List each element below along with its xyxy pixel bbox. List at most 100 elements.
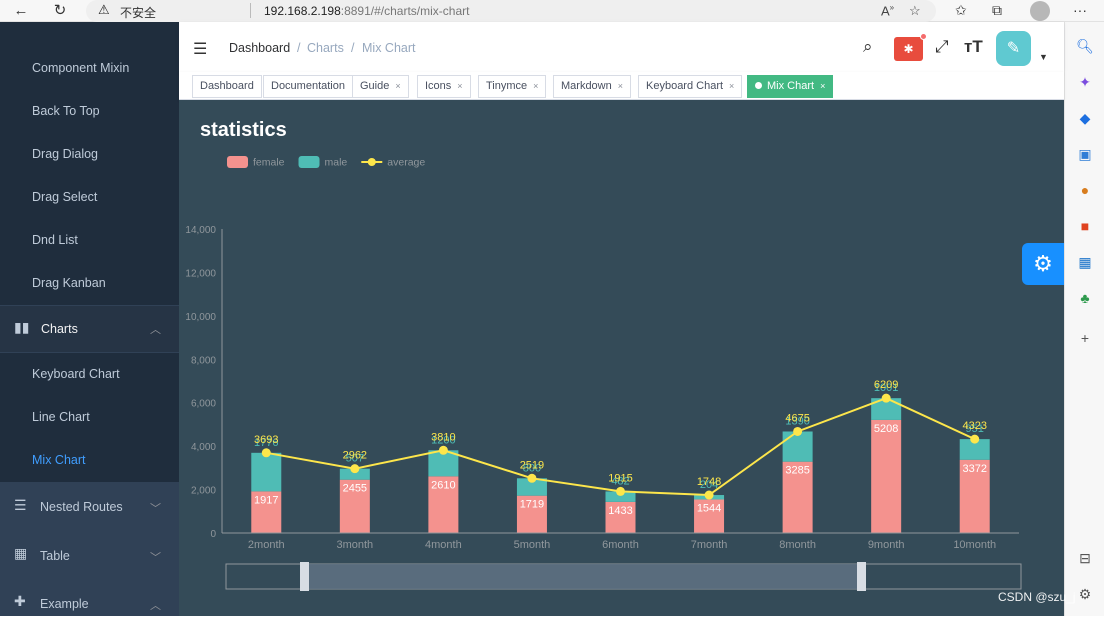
average-point xyxy=(527,473,537,483)
active-dot xyxy=(755,82,762,89)
sidebar-toggle-icon[interactable]: ⊟ xyxy=(1075,548,1095,568)
bar-female-label: 3372 xyxy=(962,463,986,475)
close-icon[interactable]: × xyxy=(395,81,400,91)
tools-icon[interactable]: ▣ xyxy=(1075,144,1095,164)
sidebar-item-back-to-top[interactable]: Back To Top xyxy=(0,90,179,133)
profile-avatar[interactable] xyxy=(1030,1,1050,21)
average-point xyxy=(881,393,891,403)
example-icon: ✚ xyxy=(14,593,26,609)
sidebar-group-example[interactable]: ✚ Example ︿ xyxy=(0,580,179,616)
tag-icons[interactable]: Icons × xyxy=(417,75,471,98)
watermark: CSDN @szu_j xyxy=(998,590,1076,604)
tag-tinymce[interactable]: Tinymce × xyxy=(478,75,547,98)
user-avatar-icon: ✎ xyxy=(1006,40,1021,57)
y-tick-label: 2,000 xyxy=(191,486,216,497)
legend-marker-average xyxy=(367,158,376,166)
sidebar-item-mix-chart[interactable]: Mix Chart xyxy=(0,439,179,482)
sidebar-item-component-mixin[interactable]: Component Mixin xyxy=(0,47,179,90)
datazoom-slider[interactable] xyxy=(225,562,1022,591)
breadcrumb-charts[interactable]: Charts xyxy=(307,41,344,55)
average-label: 1748 xyxy=(697,476,721,488)
close-icon[interactable]: × xyxy=(729,81,734,91)
breadcrumb-dashboard[interactable]: Dashboard xyxy=(229,41,290,55)
caret-down-icon[interactable]: ▼ xyxy=(1039,52,1048,62)
hamburger-icon[interactable]: ☰ xyxy=(193,39,207,59)
chevron-down-icon: ﹀ xyxy=(150,503,161,515)
slider-handle-left xyxy=(300,562,309,591)
mix-chart: statistics female male average 0 2,000 4,000… xyxy=(185,119,1022,591)
tag-dashboard[interactable]: Dashboard xyxy=(192,75,262,98)
sidebar-item-count-to[interactable] xyxy=(0,22,179,47)
search-icon[interactable]: 🔍︎ xyxy=(1075,36,1095,56)
browser-side-panel: 🔍︎ ✦ ◆ ▣ ● ■ ▦ ♣ + ⊟ ⚙ xyxy=(1064,22,1104,616)
font-size-icon[interactable]: ᴛT xyxy=(964,37,983,57)
url-path: :8891/#/charts/mix-chart xyxy=(340,4,470,18)
bar-female-label: 1719 xyxy=(520,499,544,511)
average-point xyxy=(793,426,803,436)
settings-icon[interactable]: ⚙ xyxy=(1075,584,1095,604)
bar-female-label: 1433 xyxy=(608,505,632,517)
sidebar-group-nested-routes[interactable]: ☰ Nested Routes ﹀ xyxy=(0,484,179,532)
more-menu-icon[interactable]: ··· xyxy=(1073,2,1087,18)
tags-view: Dashboard Documentation Guide × Icons × Ti… xyxy=(179,72,1064,100)
y-tick-label: 4,000 xyxy=(191,442,216,453)
average-label: 4323 xyxy=(962,420,986,432)
close-icon[interactable]: × xyxy=(820,81,825,91)
games-icon[interactable]: ● xyxy=(1075,180,1095,200)
chart-title: statistics xyxy=(200,119,287,141)
back-icon[interactable]: ← xyxy=(10,1,32,21)
x-tick-label: 8month xyxy=(779,539,816,551)
fullscreen-icon[interactable]: ⤢ xyxy=(935,37,949,57)
sidebar-item-label: Drag Dialog xyxy=(32,147,99,161)
copilot-icon[interactable]: ✦ xyxy=(1075,72,1095,92)
bar-chart-icon: ▮▮ xyxy=(14,319,30,335)
sidebar-group-label: Table xyxy=(40,549,70,563)
average-label: 3810 xyxy=(431,431,455,443)
sidebar-item-keyboard-chart[interactable]: Keyboard Chart xyxy=(0,353,179,396)
close-icon[interactable]: × xyxy=(533,81,538,91)
tree-icon[interactable]: ♣ xyxy=(1075,288,1095,308)
sidebar-item-drag-dialog[interactable]: Drag Dialog xyxy=(0,133,179,176)
tag-markdown[interactable]: Markdown × xyxy=(553,75,632,98)
legend-swatch-female xyxy=(227,156,248,168)
close-icon[interactable]: × xyxy=(457,81,462,91)
sidebar-group-charts[interactable]: ▮▮ Charts ︿ xyxy=(0,306,179,352)
close-icon[interactable]: × xyxy=(618,81,623,91)
read-aloud-icon[interactable]: A» xyxy=(881,3,894,18)
chart-panel: statistics female male average 0 2,000 4,000… xyxy=(179,100,1064,616)
search-icon[interactable]: ⌕ xyxy=(863,37,873,57)
sidebar-item-label: Component Mixin xyxy=(32,61,130,75)
favorite-add-icon[interactable]: ☆ xyxy=(909,3,921,19)
sidebar-item-label: Dnd List xyxy=(32,233,78,247)
tag-keyboard-chart[interactable]: Keyboard Chart × xyxy=(638,75,743,98)
error-log-button[interactable]: ✱ xyxy=(894,37,923,61)
bug-icon: ✱ xyxy=(903,42,914,56)
shopping-icon[interactable]: ◆ xyxy=(1075,108,1095,128)
sidebar-item-drag-select[interactable]: Drag Select xyxy=(0,176,179,219)
sidebar-group-table[interactable]: ▦ Table ﹀ xyxy=(0,532,179,580)
collections-icon[interactable]: ⧉ xyxy=(992,2,1002,19)
average-label: 1915 xyxy=(608,472,632,484)
breadcrumb-mix-chart: Mix Chart xyxy=(362,41,416,55)
tag-documentation[interactable]: Documentation xyxy=(263,75,353,98)
insecure-label: 不安全 xyxy=(120,6,157,20)
add-icon[interactable]: + xyxy=(1075,328,1095,348)
chart-legend: female male average xyxy=(227,156,425,169)
avatar[interactable]: ✎ xyxy=(996,31,1031,66)
x-tick-label: 10month xyxy=(953,539,996,551)
address-bar[interactable]: ⚠ 不安全 192.168.2.198:8891/#/charts/mix-ch… xyxy=(86,0,936,22)
office-icon[interactable]: ■ xyxy=(1075,216,1095,236)
settings-gear-button[interactable]: ⚙ xyxy=(1022,243,1064,285)
breadcrumb-separator: / xyxy=(351,41,355,55)
outlook-icon[interactable]: ▦ xyxy=(1075,252,1095,272)
tag-label: Documentation xyxy=(271,80,345,92)
favorites-icon[interactable]: ✩ xyxy=(955,2,967,19)
url-text[interactable]: 192.168.2.198:8891/#/charts/mix-chart xyxy=(264,4,469,18)
tag-mix-chart[interactable]: Mix Chart × xyxy=(747,75,834,98)
sidebar-item-line-chart[interactable]: Line Chart xyxy=(0,396,179,439)
bar-female-label: 2455 xyxy=(343,483,367,495)
sidebar-item-drag-kanban[interactable]: Drag Kanban xyxy=(0,262,179,305)
tag-guide[interactable]: Guide × xyxy=(352,75,409,98)
refresh-icon[interactable]: ↻ xyxy=(49,1,71,21)
sidebar-item-dnd-list[interactable]: Dnd List xyxy=(0,219,179,262)
